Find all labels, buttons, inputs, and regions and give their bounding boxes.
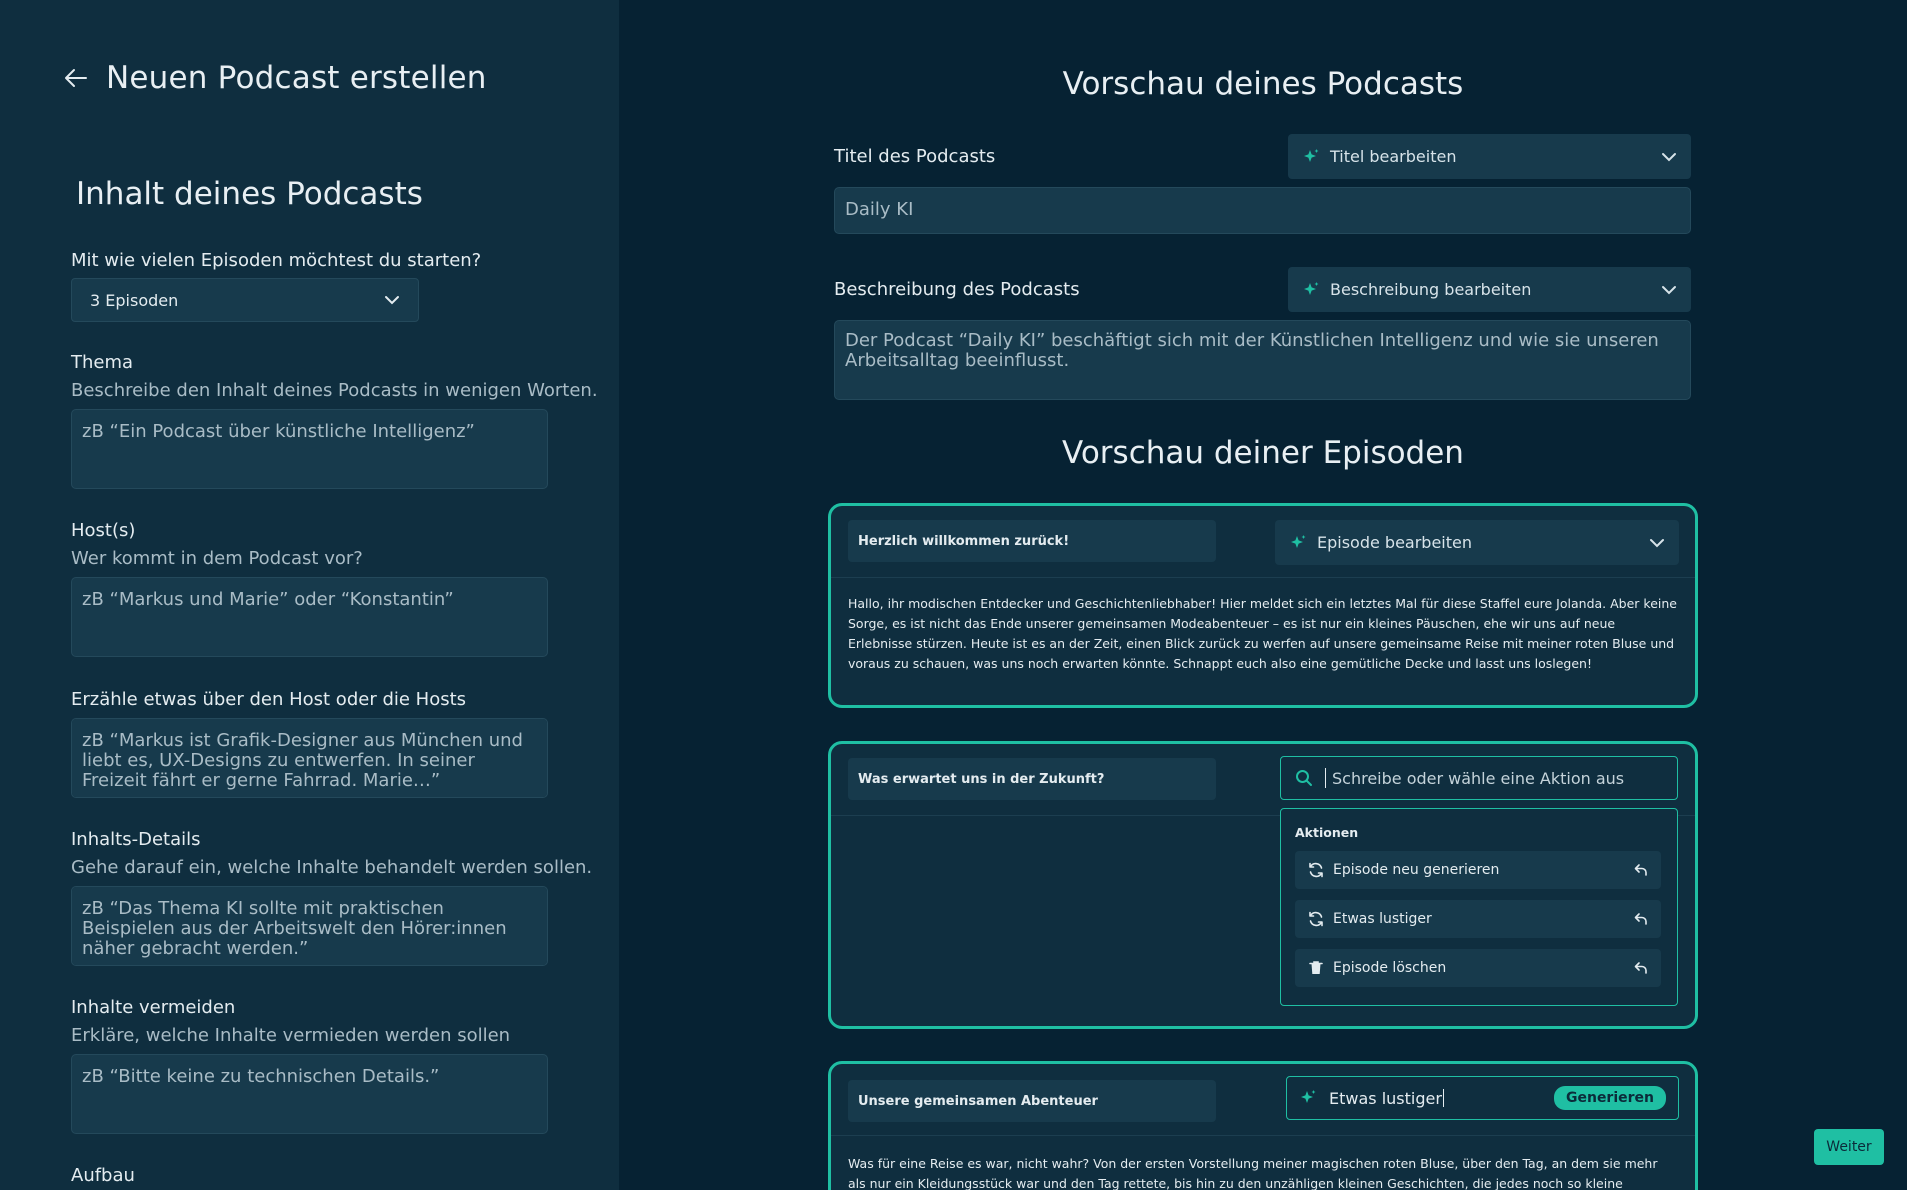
hosts-input[interactable] [71,577,548,657]
edit-desc-dropdown[interactable]: Beschreibung bearbeiten [1288,267,1691,312]
prompt-input[interactable]: Etwas lustiger Generieren [1286,1076,1679,1120]
avoid-input[interactable] [71,1054,548,1134]
podcast-desc-label: Beschreibung des Podcasts [834,279,1080,300]
episode-text: Hallo, ihr modischen Entdecker und Gesch… [848,596,1677,671]
thema-label: Thema [71,352,134,373]
episode-card: Unsere gemeinsamen Abenteuer Etwas lusti… [828,1061,1698,1190]
return-icon [1633,911,1649,927]
chevron-down-icon [1661,285,1677,295]
refresh-icon [1307,910,1325,928]
sparkle-icon [1302,148,1320,166]
host-info-input[interactable] [71,718,548,798]
page-title: Neuen Podcast erstellen [106,60,487,96]
avoid-help: Erkläre, welche Inhalte vermieden werden… [71,1025,511,1046]
avoid-label: Inhalte vermeiden [71,997,236,1018]
podcast-title-label: Titel des Podcasts [834,146,996,167]
divider [831,577,1695,578]
search-icon [1295,769,1313,787]
action-search-input[interactable]: Schreibe oder wähle eine Aktion aus [1280,756,1678,800]
section-title: Inhalt deines Podcasts [76,176,423,212]
trash-icon [1307,959,1325,977]
actions-menu: Aktionen Episode neu generieren Etwas lu… [1280,808,1678,1006]
prompt-value: Etwas lustiger [1329,1088,1442,1108]
action-label: Etwas lustiger [1333,911,1432,927]
episode-title-field[interactable]: Unsere gemeinsamen Abenteuer [848,1080,1216,1122]
return-icon [1633,960,1649,976]
episode-card: Herzlich willkommen zurück! Episode bear… [828,503,1698,708]
edit-desc-label: Beschreibung bearbeiten [1330,280,1532,299]
details-help: Gehe darauf ein, welche Inhalte behandel… [71,857,593,878]
chevron-down-icon [1661,152,1677,162]
return-icon [1633,862,1649,878]
action-funnier[interactable]: Etwas lustiger [1295,900,1661,938]
episode-title-field[interactable]: Was erwartet uns in der Zukunft? [848,758,1216,800]
aufbau-label: Aufbau [71,1165,135,1186]
divider [831,1135,1695,1136]
episode-text: Was für eine Reise es war, nicht wahr? V… [848,1156,1658,1190]
episodes-preview-title: Vorschau deiner Episoden [1062,435,1464,471]
episodes-select-value: 3 Episoden [90,290,179,310]
podcast-title-field[interactable]: Daily KI [834,187,1691,234]
hosts-label: Host(s) [71,520,136,541]
thema-help: Beschreibe den Inhalt deines Podcasts in… [71,380,598,401]
episode-title-field[interactable]: Herzlich willkommen zurück! [848,520,1216,562]
episodes-label: Mit wie vielen Episoden möchtest du star… [71,250,482,271]
action-search-placeholder: Schreibe oder wähle eine Aktion aus [1332,768,1625,788]
edit-episode-dropdown[interactable]: Episode bearbeiten [1275,520,1679,565]
action-delete[interactable]: Episode löschen [1295,949,1661,987]
header: Neuen Podcast erstellen [62,60,487,96]
details-label: Inhalts-Details [71,829,201,850]
action-regenerate[interactable]: Episode neu generieren [1295,851,1661,889]
refresh-icon [1307,861,1325,879]
edit-episode-label: Episode bearbeiten [1317,533,1473,552]
episodes-select[interactable]: 3 Episoden [71,278,419,322]
actions-title: Aktionen [1295,825,1359,840]
thema-input[interactable] [71,409,548,489]
podcast-desc-field[interactable]: Der Podcast “Daily KI” beschäftigt sich … [834,320,1691,400]
details-input[interactable] [71,886,548,966]
hosts-help: Wer kommt in dem Podcast vor? [71,548,363,569]
episode-card: Was erwartet uns in der Zukunft? Schreib… [828,741,1698,1029]
sparkle-icon [1302,281,1320,299]
preview-title: Vorschau deines Podcasts [1062,66,1464,102]
text-caret [1442,1089,1444,1107]
action-label: Episode löschen [1333,960,1447,976]
edit-title-dropdown[interactable]: Titel bearbeiten [1288,134,1691,179]
action-label: Episode neu generieren [1333,862,1500,878]
sparkle-icon [1299,1089,1317,1107]
form-panel: Neuen Podcast erstellen Inhalt deines Po… [0,0,619,1190]
arrow-left-icon[interactable] [62,64,90,92]
edit-title-label: Titel bearbeiten [1330,147,1457,166]
sparkle-icon [1289,534,1307,552]
text-caret [1325,768,1326,788]
chevron-down-icon [384,295,400,305]
chevron-down-icon [1649,538,1665,548]
next-button[interactable]: Weiter [1814,1129,1884,1165]
host-info-label: Erzähle etwas über den Host oder die Hos… [71,689,467,710]
generate-button[interactable]: Generieren [1553,1086,1666,1110]
